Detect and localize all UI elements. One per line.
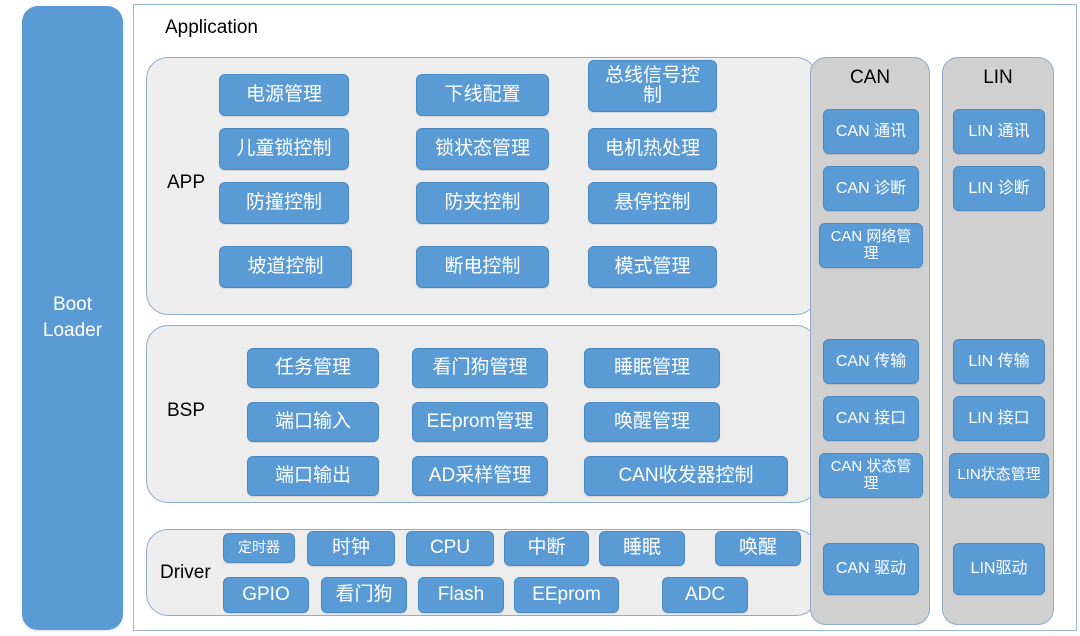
layer-bsp: BSP 任务管理 端口输入 端口输出 看门狗管理 EEprom管理 AD采样管理…: [146, 325, 818, 503]
module-can-state-management[interactable]: CAN 状态管理: [819, 453, 923, 498]
layer-driver: Driver 定时器 时钟 CPU 中断 睡眠 唤醒 GPIO 看门狗 Flas…: [146, 529, 818, 616]
module-watchdog-management[interactable]: 看门狗管理: [412, 348, 548, 388]
module-port-output[interactable]: 端口输出: [247, 456, 379, 496]
layer-driver-label: Driver: [160, 562, 211, 583]
module-eeprom-management[interactable]: EEprom管理: [412, 402, 548, 442]
module-port-input[interactable]: 端口输入: [247, 402, 379, 442]
module-hover-control[interactable]: 悬停控制: [588, 182, 717, 224]
module-ramp-control[interactable]: 坡道控制: [219, 246, 352, 288]
module-timer[interactable]: 定时器: [223, 533, 295, 563]
module-cpu[interactable]: CPU: [406, 531, 494, 566]
module-flash[interactable]: Flash: [418, 577, 504, 613]
module-lin-interface[interactable]: LIN 接口: [953, 396, 1045, 441]
module-adc[interactable]: ADC: [662, 577, 748, 613]
module-task-management[interactable]: 任务管理: [247, 348, 379, 388]
bootloader-block: Boot Loader: [22, 6, 123, 630]
module-power-management[interactable]: 电源管理: [219, 74, 349, 116]
module-ad-sampling-management[interactable]: AD采样管理: [412, 456, 548, 496]
module-can-transport[interactable]: CAN 传输: [823, 339, 919, 384]
module-anti-pinch-control[interactable]: 防夹控制: [416, 182, 549, 224]
stack-lin-title: LIN: [983, 67, 1013, 88]
module-sleep-management[interactable]: 睡眠管理: [584, 348, 720, 388]
stack-can-title: CAN: [849, 67, 891, 88]
stack-lin: LIN LIN 通讯 LIN 诊断 LIN 传输 LIN 接口 LIN状态管理 …: [942, 57, 1054, 625]
module-can-diagnostics[interactable]: CAN 诊断: [823, 166, 919, 211]
module-wakeup-management[interactable]: 唤醒管理: [584, 402, 720, 442]
module-lin-state-management[interactable]: LIN状态管理: [949, 453, 1049, 498]
module-bus-signal-control[interactable]: 总线信号控制: [588, 60, 717, 112]
module-power-off-control[interactable]: 断电控制: [416, 246, 549, 288]
stack-can: CAN CAN 通讯 CAN 诊断 CAN 网络管理 CAN 传输 CAN 接口…: [810, 57, 930, 625]
module-lock-state-management[interactable]: 锁状态管理: [416, 128, 549, 170]
module-motor-thermal-processing[interactable]: 电机热处理: [588, 128, 717, 170]
module-gpio[interactable]: GPIO: [223, 577, 309, 613]
layer-bsp-label: BSP: [167, 400, 206, 421]
module-child-lock-control[interactable]: 儿童锁控制: [219, 128, 349, 170]
module-can-transceiver-control[interactable]: CAN收发器控制: [584, 456, 788, 496]
module-lin-communication[interactable]: LIN 通讯: [953, 109, 1045, 154]
module-can-communication[interactable]: CAN 通讯: [823, 109, 919, 154]
application-frame: Application APP 电源管理 儿童锁控制 防撞控制 坡道控制 下线配…: [133, 4, 1077, 631]
module-clock[interactable]: 时钟: [307, 531, 395, 566]
module-watchdog[interactable]: 看门狗: [321, 577, 407, 613]
page-title: Application: [165, 17, 258, 38]
module-can-driver[interactable]: CAN 驱动: [823, 543, 919, 595]
module-sleep[interactable]: 睡眠: [599, 531, 685, 566]
module-wakeup[interactable]: 唤醒: [715, 531, 801, 566]
module-can-network-management[interactable]: CAN 网络管理: [819, 223, 923, 268]
module-interrupt[interactable]: 中断: [504, 531, 589, 566]
module-lin-transport[interactable]: LIN 传输: [953, 339, 1045, 384]
module-can-interface[interactable]: CAN 接口: [823, 396, 919, 441]
module-mode-management[interactable]: 模式管理: [588, 246, 717, 288]
bootloader-label: Boot Loader: [42, 294, 103, 341]
module-eeprom[interactable]: EEprom: [514, 577, 619, 613]
module-anti-collision-control[interactable]: 防撞控制: [219, 182, 349, 224]
layer-app-label: APP: [167, 172, 206, 193]
module-lin-driver[interactable]: LIN驱动: [953, 543, 1045, 595]
module-lin-diagnostics[interactable]: LIN 诊断: [953, 166, 1045, 211]
layer-app: APP 电源管理 儿童锁控制 防撞控制 坡道控制 下线配置 锁状态管理 防夹控制…: [146, 57, 818, 315]
module-offline-config[interactable]: 下线配置: [416, 74, 549, 116]
